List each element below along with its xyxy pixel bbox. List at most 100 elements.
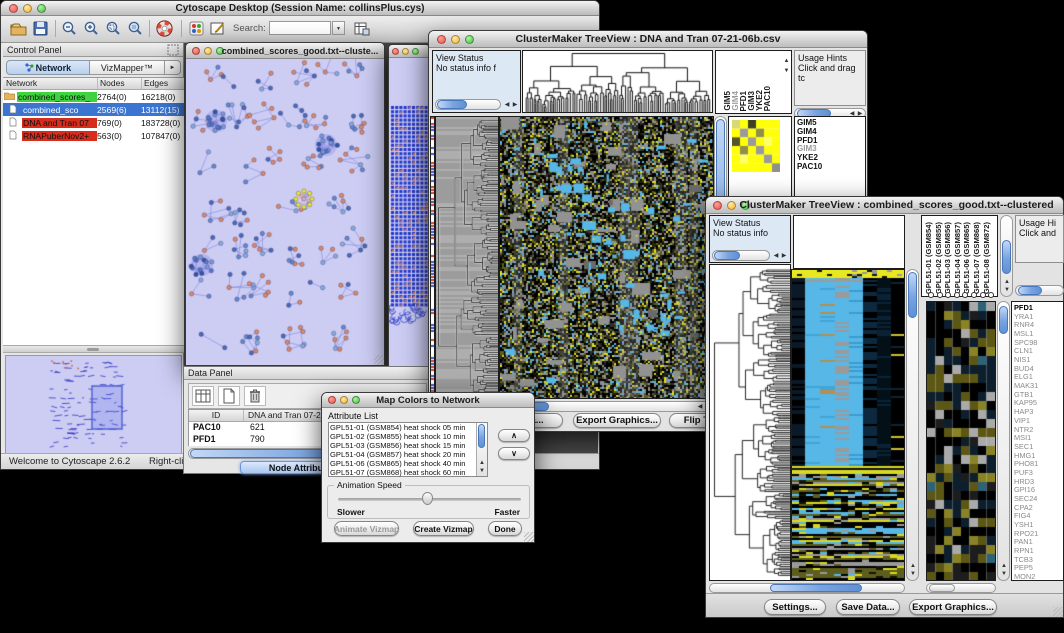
- tv1-status-hscrollbar[interactable]: [435, 99, 501, 110]
- attribute-browser-icon[interactable]: [353, 20, 371, 37]
- gene-label[interactable]: TCB3: [1014, 556, 1033, 563]
- network-list-item[interactable]: combined_sco2569(6)13112(15): [3, 103, 184, 116]
- column-label[interactable]: GPL51-04 (GSM857): [954, 222, 962, 294]
- dialog-button-create-vizmap[interactable]: Create Vizmap: [413, 521, 474, 536]
- row-label[interactable]: PFD1: [797, 137, 817, 145]
- open-file-icon[interactable]: [9, 20, 28, 37]
- tv1-heatmap[interactable]: [499, 116, 714, 399]
- gene-label[interactable]: PHO81: [1014, 460, 1038, 467]
- tv2-zoom-hscrollbar[interactable]: [926, 583, 996, 593]
- attribute-list-item[interactable]: GPL51-02 (GSM855) heat shock 10 min: [330, 433, 475, 442]
- dialog-button-done[interactable]: Done: [488, 521, 522, 536]
- tv2-zoom-vscrollbar[interactable]: ▲ ▼: [997, 301, 1010, 581]
- gene-label[interactable]: BUD4: [1014, 365, 1034, 372]
- tab-overflow-icon[interactable]: ►: [165, 60, 181, 75]
- minimize-button[interactable]: [402, 48, 409, 55]
- column-label[interactable]: GPL51-02 (GSM855): [935, 222, 943, 294]
- tv1-row-dendrogram[interactable]: [435, 116, 499, 399]
- row-label[interactable]: GIM5: [797, 119, 817, 127]
- move-up-button[interactable]: ∧: [498, 429, 530, 442]
- gene-label[interactable]: YSH1: [1014, 521, 1033, 528]
- tv2-zoom-heatmap[interactable]: [926, 301, 996, 581]
- gene-label[interactable]: MON2: [1014, 573, 1035, 580]
- attribute-list-item[interactable]: GPL51-01 (GSM854) heat shock 05 min: [330, 424, 475, 433]
- scroll-up-icon[interactable]: ▲: [909, 562, 917, 570]
- gene-label[interactable]: CPA2: [1014, 504, 1033, 511]
- column-label[interactable]: GPL51-01 (GSM854): [925, 222, 933, 294]
- gene-label[interactable]: SEC24: [1014, 495, 1037, 502]
- gene-label[interactable]: PUF3: [1014, 469, 1033, 476]
- scroll-right-icon[interactable]: ▶: [511, 101, 519, 109]
- network-list-item[interactable]: DNA and Tran 07769(0)183728(0): [3, 116, 184, 129]
- scroll-down-icon[interactable]: ▼: [1003, 286, 1011, 294]
- tv2-status-hscrollbar[interactable]: [712, 250, 770, 261]
- gene-label[interactable]: VIP1: [1014, 417, 1030, 424]
- minimize-button[interactable]: [204, 47, 212, 55]
- gene-label[interactable]: MSL1: [1014, 330, 1033, 337]
- gene-label[interactable]: NTR2: [1014, 426, 1033, 433]
- treeview2-title-bar[interactable]: ClusterMaker TreeView : combined_scores_…: [706, 197, 1063, 214]
- flip-down-icon[interactable]: ▼: [783, 67, 790, 75]
- scroll-down-icon[interactable]: ▼: [909, 570, 917, 578]
- gene-label[interactable]: PAN1: [1014, 538, 1033, 545]
- speed-slider-thumb[interactable]: [422, 492, 433, 505]
- network-window-title-bar[interactable]: combined_scores_good.txt--cluste...: [186, 43, 384, 59]
- gene-label[interactable]: GTB1: [1014, 391, 1033, 398]
- scroll-left-icon[interactable]: ◀: [696, 403, 704, 411]
- gene-label[interactable]: PFD1: [1014, 304, 1033, 311]
- treeview1-button-export-graphics-[interactable]: Export Graphics...: [573, 413, 661, 428]
- delete-attribute-icon[interactable]: [244, 386, 266, 406]
- scroll-left-icon[interactable]: ◀: [503, 101, 511, 109]
- attribute-list-item[interactable]: GPL51-06 (GSM865) heat shock 40 min: [330, 460, 475, 469]
- save-icon[interactable]: [32, 20, 49, 37]
- tv2-heatmap[interactable]: [791, 269, 905, 581]
- tv2-vscrollbar[interactable]: ▲ ▼: [906, 269, 919, 581]
- search-dropdown-icon[interactable]: ▼: [332, 21, 345, 35]
- resize-grip[interactable]: [524, 532, 534, 542]
- tv2-row-dendrogram[interactable]: [709, 264, 791, 581]
- gene-label[interactable]: HRD3: [1014, 478, 1034, 485]
- flip-up-icon[interactable]: ▲: [783, 57, 790, 65]
- background-window-title-bar[interactable]: [389, 45, 429, 58]
- column-label[interactable]: GPL51-07 (GSM868): [973, 222, 981, 294]
- scroll-up-icon[interactable]: ▲: [478, 459, 486, 467]
- tv2-collabel-vscrollbar[interactable]: ▲ ▼: [1000, 215, 1013, 297]
- gene-label[interactable]: NIS1: [1014, 356, 1030, 363]
- row-label[interactable]: GIM3: [797, 145, 817, 153]
- tab-network[interactable]: Network: [6, 60, 90, 75]
- close-button[interactable]: [392, 48, 399, 55]
- scroll-up-icon[interactable]: ▲: [1003, 278, 1011, 286]
- treeview2-button-settings-[interactable]: Settings...: [764, 599, 826, 615]
- attribute-listbox[interactable]: GPL51-01 (GSM854) heat shock 05 minGPL51…: [328, 422, 488, 477]
- gene-label[interactable]: SPC98: [1014, 339, 1037, 346]
- gene-label[interactable]: RPN1: [1014, 547, 1034, 554]
- gene-label[interactable]: RPO21: [1014, 530, 1038, 537]
- gene-label[interactable]: HAP3: [1014, 408, 1033, 415]
- network-list-item[interactable]: combined_scores_2764(0)16218(0): [3, 90, 184, 103]
- dialog-title-bar[interactable]: Map Colors to Network: [322, 393, 534, 408]
- zoom-button[interactable]: [412, 48, 419, 55]
- tv1-column-dendrogram[interactable]: [522, 50, 713, 113]
- gene-label[interactable]: RNR4: [1014, 321, 1034, 328]
- gene-label[interactable]: KAP95: [1014, 399, 1037, 406]
- move-down-button[interactable]: ∨: [498, 447, 530, 460]
- attribute-list-item[interactable]: GPL51-04 (GSM857) heat shock 20 min: [330, 451, 475, 460]
- background-network-canvas[interactable]: [389, 58, 429, 366]
- row-label[interactable]: GIM4: [797, 128, 817, 136]
- splitter-handle[interactable]: [87, 348, 99, 351]
- col-edges[interactable]: Edges: [142, 78, 184, 89]
- gene-label[interactable]: CLN1: [1014, 347, 1033, 354]
- create-attribute-icon[interactable]: [218, 386, 240, 406]
- close-button[interactable]: [713, 201, 722, 210]
- tv2-hscrollbar[interactable]: [709, 583, 905, 593]
- row-label[interactable]: YKE2: [797, 154, 818, 162]
- gene-label[interactable]: PEP5: [1014, 564, 1033, 571]
- attribute-list-item[interactable]: GPL51-07 (GSM868) heat shock 60 min: [330, 469, 475, 478]
- treeview1-title-bar[interactable]: ClusterMaker TreeView : DNA and Tran 07-…: [429, 31, 867, 48]
- attribute-list-item[interactable]: GPL51-03 (GSM856) heat shock 15 min: [330, 442, 475, 451]
- network-list-item[interactable]: RNAPuberNov2+563(0)107847(0): [3, 129, 184, 142]
- gene-label[interactable]: MAK31: [1014, 382, 1038, 389]
- zoom-out-icon[interactable]: [61, 20, 79, 37]
- close-button[interactable]: [192, 47, 200, 55]
- zoom-in-icon[interactable]: [83, 20, 101, 37]
